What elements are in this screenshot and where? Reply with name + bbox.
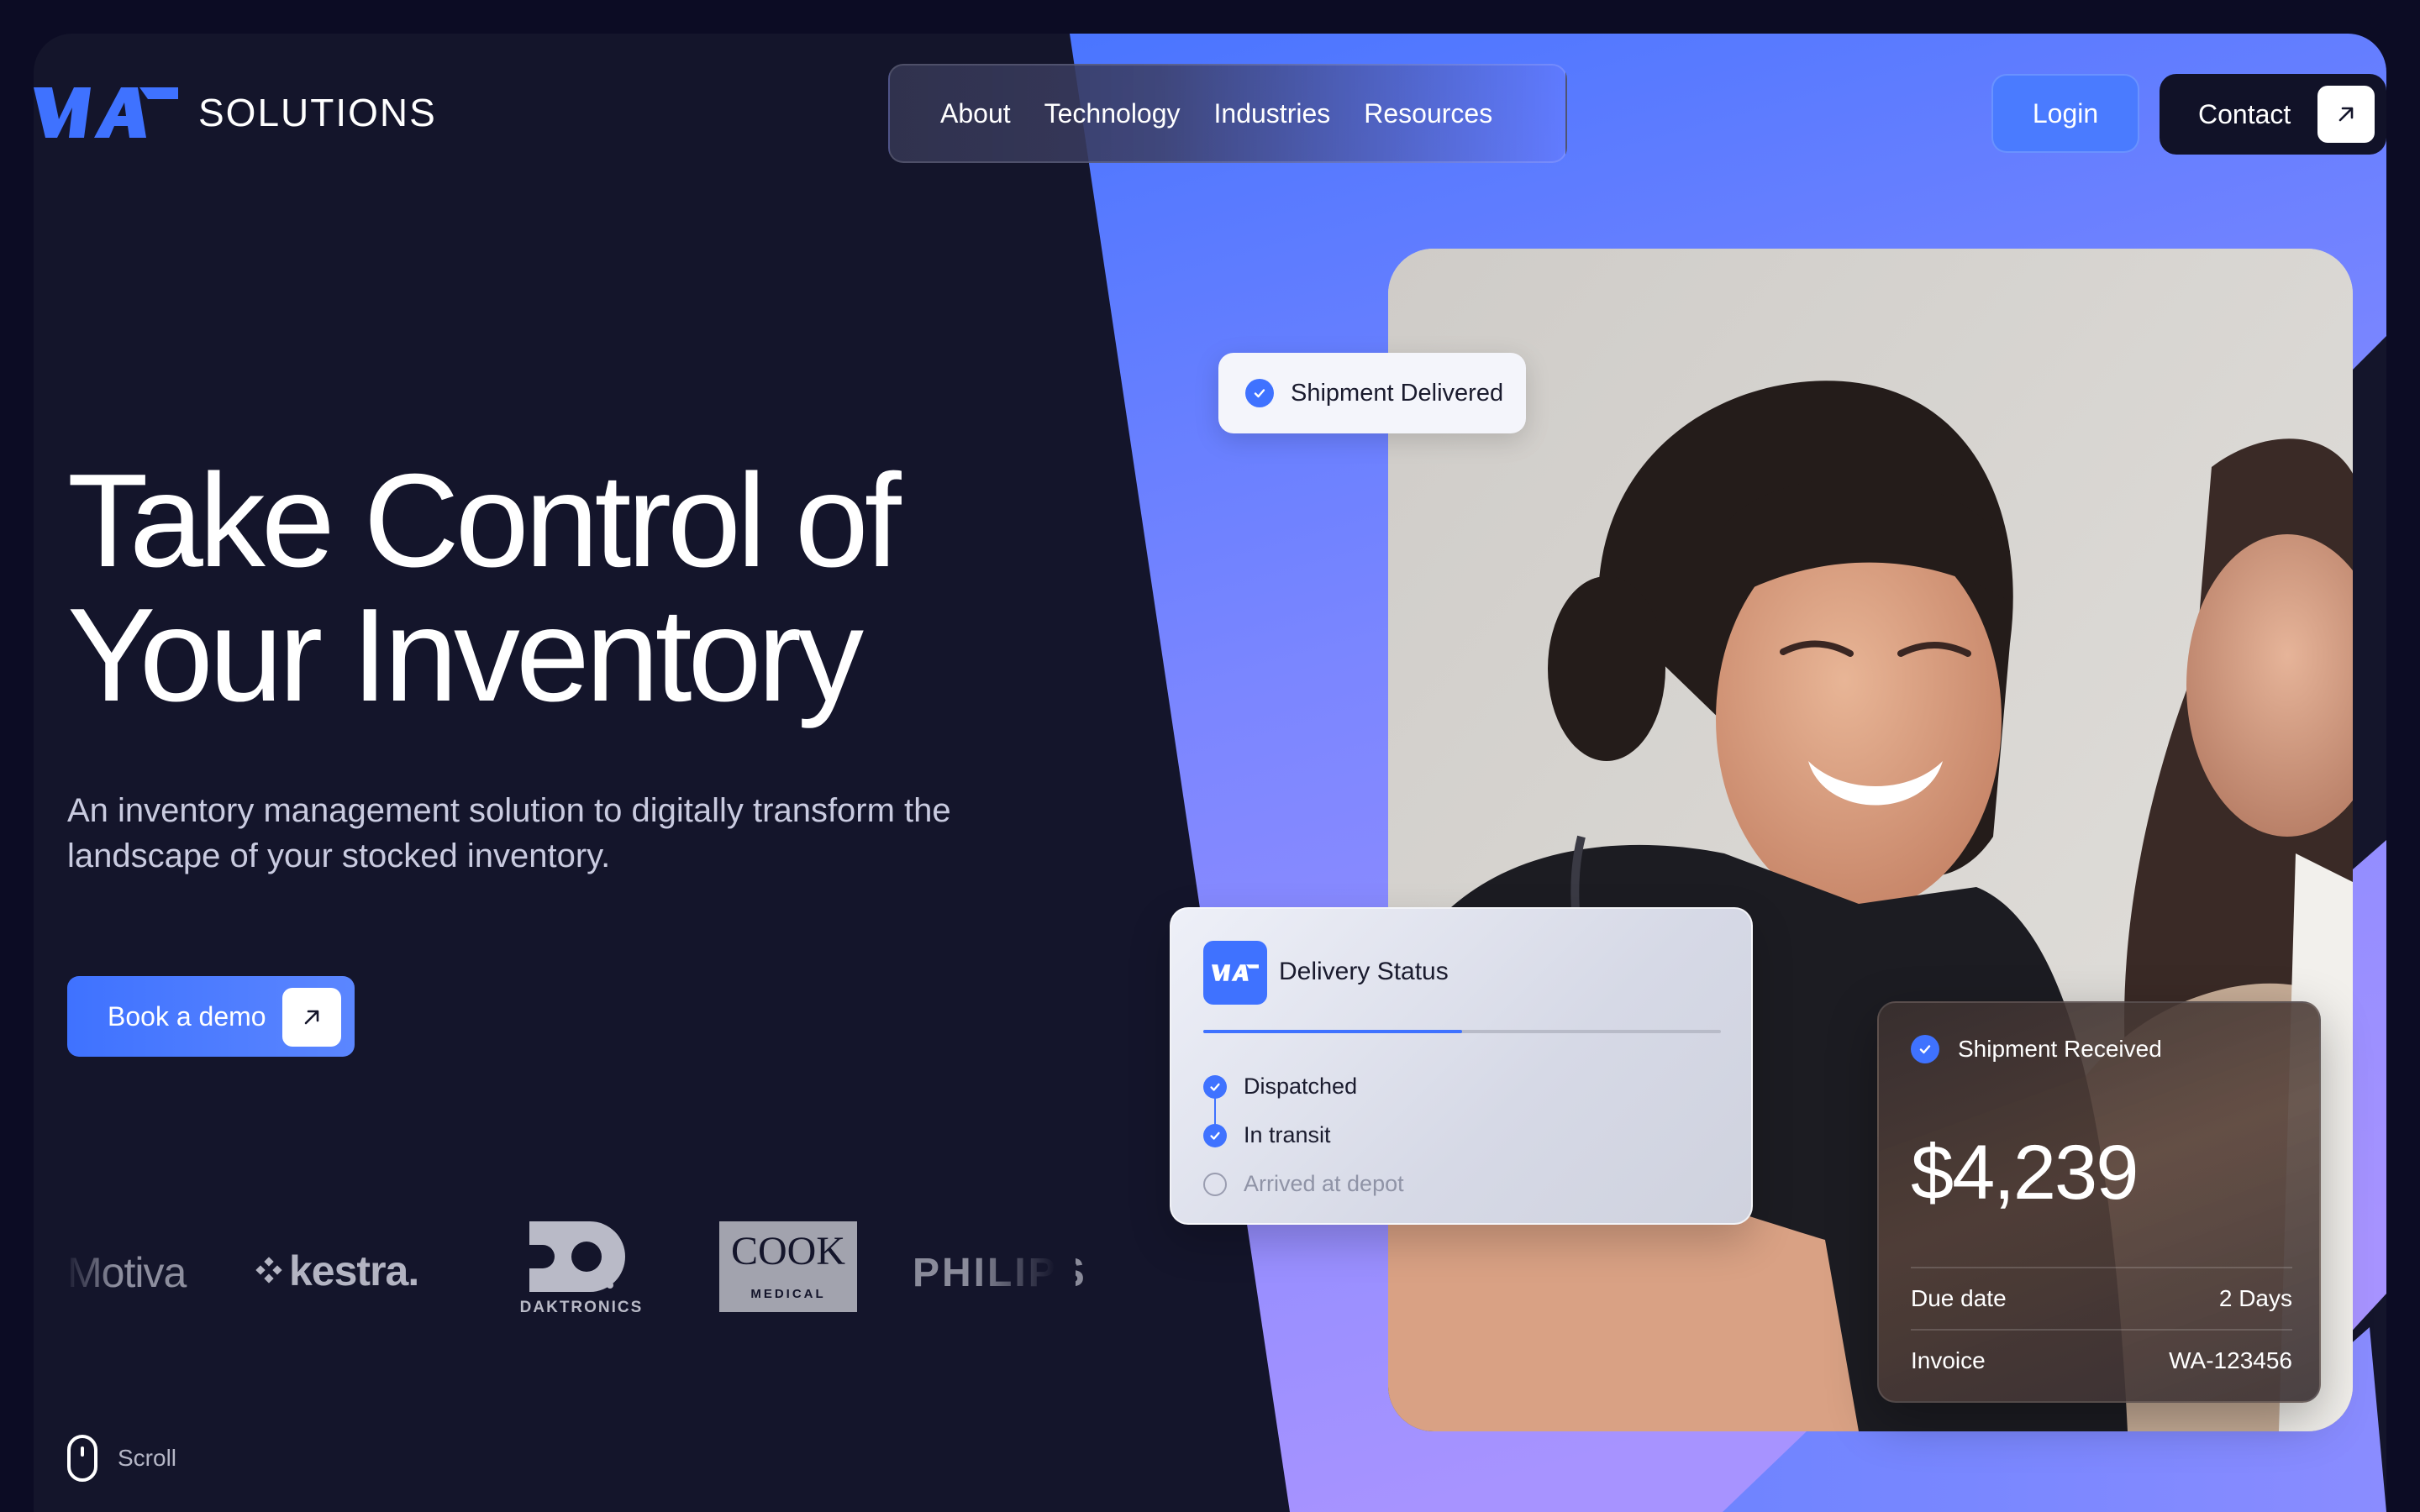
delivery-progress-fill <box>1203 1030 1462 1033</box>
delivery-progress-bar <box>1203 1030 1721 1033</box>
scroll-indicator[interactable]: Scroll <box>67 1435 176 1482</box>
partner-logos: Motiva kestra. DAKTRONICS COOK MEDICAL P… <box>64 1218 1085 1319</box>
due-date-value: 2 Days <box>2218 1285 2292 1311</box>
step-label: Arrived at depot <box>1244 1171 1404 1196</box>
invoice-value: WA-123456 <box>2169 1347 2292 1373</box>
delivery-status-card: Delivery Status Dispatched In transit Ar… <box>1170 907 1753 1225</box>
cook-medical-logo: COOK MEDICAL <box>719 1221 857 1312</box>
check-circle-icon <box>1245 379 1274 407</box>
hero-subtitle: An inventory management solution to digi… <box>67 792 951 874</box>
main-nav: About Technology Industries Resources <box>888 64 1567 163</box>
cook-name: COOK <box>730 1229 845 1273</box>
nav-technology[interactable]: Technology <box>1044 98 1181 129</box>
due-date-label: Due date <box>1911 1285 2007 1311</box>
step-arrived: Arrived at depot <box>1203 1171 1404 1197</box>
nav-resources[interactable]: Resources <box>1364 98 1492 129</box>
check-circle-icon <box>1911 1035 1939 1063</box>
login-button[interactable]: Login <box>1991 74 2139 153</box>
wa-logo-icon <box>1203 941 1267 1005</box>
step-in-transit: In transit <box>1203 1122 1331 1148</box>
shipment-amount: $4,239 <box>1911 1130 2139 1215</box>
kestra-mark-icon <box>255 1257 282 1284</box>
check-circle-icon <box>1203 1074 1227 1099</box>
due-date-row: Due date 2 Days <box>1911 1267 2292 1329</box>
logos-fade-left <box>64 1218 114 1319</box>
shipment-delivered-label: Shipment Delivered <box>1291 379 1504 407</box>
kestra-logo: kestra. <box>289 1247 419 1294</box>
brand-name: SOLUTIONS <box>198 91 437 134</box>
wa-logo-icon <box>34 87 178 138</box>
invoice-label: Invoice <box>1911 1347 1986 1373</box>
arrow-up-right-icon <box>2317 86 2375 143</box>
daktronics-mark-icon <box>529 1221 625 1292</box>
cook-sub: MEDICAL <box>750 1287 826 1301</box>
daktronics-name: DAKTRONICS <box>519 1299 644 1316</box>
delivery-status-title: Delivery Status <box>1279 958 1449 985</box>
arrow-up-right-icon <box>282 988 341 1047</box>
nav-about[interactable]: About <box>940 98 1011 129</box>
logos-fade-right <box>975 1218 1076 1319</box>
mouse-icon <box>67 1435 97 1482</box>
daktronics-logo: DAKTRONICS <box>506 1218 657 1319</box>
scroll-label: Scroll <box>118 1445 177 1471</box>
shipment-delivered-card: Shipment Delivered <box>1218 353 1526 433</box>
hero-title-line-2: Your Inventory <box>67 581 864 729</box>
shipment-received-label: Shipment Received <box>1958 1036 2162 1062</box>
step-dispatched: Dispatched <box>1203 1074 1357 1100</box>
book-demo-button[interactable]: Book a demo <box>67 976 355 1057</box>
step-label: Dispatched <box>1244 1074 1358 1099</box>
page-frame: SOLUTIONS About Technology Industries Re… <box>34 34 2386 1512</box>
contact-button[interactable]: Contact <box>2160 74 2386 155</box>
check-circle-icon <box>1203 1123 1227 1147</box>
shipment-received-header: Shipment Received <box>1911 1035 2162 1063</box>
brand-logo[interactable]: SOLUTIONS <box>34 87 437 138</box>
contact-label: Contact <box>2198 98 2291 129</box>
empty-circle-icon <box>1203 1172 1227 1196</box>
step-label: In transit <box>1244 1122 1331 1147</box>
invoice-row: Invoice WA-123456 <box>1911 1329 2292 1391</box>
hero-title: Take Control of Your Inventory <box>67 454 1076 722</box>
hero-title-line-1: Take Control of <box>67 447 902 595</box>
nav-industries[interactable]: Industries <box>1214 98 1331 129</box>
shipment-received-card: Shipment Received $4,239 Due date 2 Days… <box>1877 1001 2321 1403</box>
book-demo-label: Book a demo <box>108 1000 266 1032</box>
